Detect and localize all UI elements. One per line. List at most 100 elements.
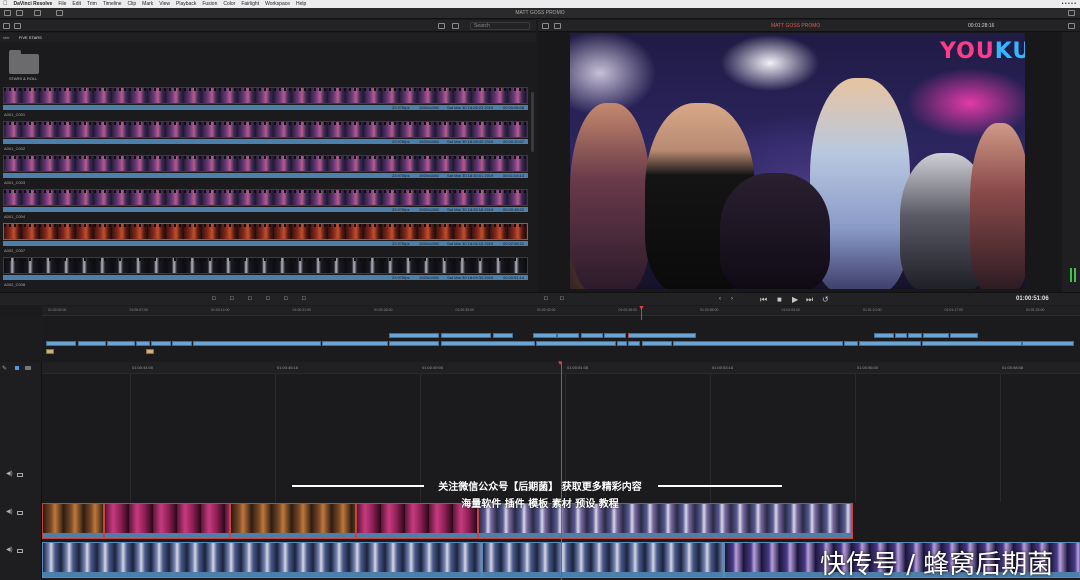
mini-timeline-clip[interactable] [628, 341, 640, 346]
mini-timeline-clip[interactable] [533, 333, 557, 338]
clip-row[interactable]: 23.976fps 1920x1080 Sat Mar 30 18:06:15 20… [3, 223, 528, 259]
folder-icon[interactable] [9, 50, 39, 74]
go-to-end-icon[interactable]: ⏭ [806, 295, 813, 304]
mini-playhead-marker-icon[interactable]: ▼ [638, 305, 645, 312]
menu-workspace[interactable]: Workspace [265, 0, 290, 8]
menu-clip[interactable]: Clip [128, 0, 137, 8]
clip-filmstrip[interactable] [3, 223, 528, 240]
viewer-mode-icon[interactable] [554, 23, 561, 29]
insert-clip-icon[interactable]: □ [266, 295, 270, 304]
speaker-icon[interactable]: ◀) [6, 546, 13, 553]
clip-row[interactable]: 23.976fps 1920x1080 Sat Mar 30 18:30:01 20… [3, 155, 528, 191]
mini-timeline-clip[interactable] [844, 341, 858, 346]
dynamic-trim-icon[interactable]: □ [230, 295, 234, 304]
strip-view-icon[interactable] [452, 23, 459, 29]
mini-timeline-clip[interactable] [895, 333, 907, 338]
mini-timeline-clip[interactable] [923, 333, 949, 338]
mini-timeline-clip[interactable] [581, 333, 603, 338]
playhead-marker-icon[interactable]: ♥ [558, 360, 562, 367]
clip-row[interactable]: 23.976fps 1920x1080 Sat Mar 30 18:28:40 20… [3, 121, 528, 157]
stop-icon[interactable]: ■ [777, 295, 782, 304]
apple-icon[interactable]:  [3, 0, 8, 8]
breadcrumb-parent[interactable]: ster [3, 35, 10, 40]
clip-filmstrip[interactable] [3, 121, 528, 138]
menu-timeline[interactable]: Timeline [103, 0, 122, 8]
track-monitor-icon[interactable] [17, 511, 23, 515]
mini-timeline-clip[interactable] [107, 341, 135, 346]
mini-timeline-clip[interactable] [1022, 341, 1074, 346]
trim-mode-icon[interactable]: □ [212, 295, 216, 304]
mini-timeline-clip[interactable] [950, 333, 978, 338]
mini-timeline-clip[interactable] [136, 341, 150, 346]
viewer-zoom-icon[interactable]: □ [560, 295, 564, 304]
media-pool-icon[interactable] [4, 10, 11, 16]
clip-filmstrip[interactable] [3, 257, 528, 274]
mini-timeline-clip[interactable] [628, 333, 696, 338]
menu-edit[interactable]: Edit [72, 0, 81, 8]
mini-timeline-clip[interactable] [493, 333, 513, 338]
inspector-icon[interactable] [1068, 10, 1075, 16]
viewer-fit-icon[interactable]: □ [544, 295, 548, 304]
mini-timeline-clip[interactable] [389, 333, 439, 338]
menu-mark[interactable]: Mark [142, 0, 153, 8]
menu-help[interactable]: Help [296, 0, 306, 8]
clip-row[interactable]: 23.976fps 1920x1080 Sat Mar 30 18:26:23 20… [3, 87, 528, 123]
mini-timeline-clip[interactable] [604, 333, 626, 338]
mini-timeline-clip[interactable] [642, 341, 672, 346]
viewer[interactable]: YOUKU [538, 32, 1062, 292]
mini-timeline-clip[interactable] [441, 341, 535, 346]
menu-view[interactable]: View [159, 0, 170, 8]
mini-timeline-clip[interactable] [673, 341, 843, 346]
menu-file[interactable]: File [58, 0, 66, 8]
replace-clip-icon[interactable]: □ [302, 295, 306, 304]
clip-filmstrip[interactable] [3, 189, 528, 206]
viewer-layout-icon[interactable] [542, 23, 549, 29]
speaker-icon[interactable]: ◀) [6, 470, 13, 477]
mini-timeline-clip[interactable] [908, 333, 922, 338]
loop-icon[interactable]: ↺ [822, 295, 829, 304]
mini-timeline-clip[interactable] [46, 341, 76, 346]
go-to-start-icon[interactable]: ⏮ [760, 295, 767, 304]
sound-library-icon[interactable] [56, 10, 63, 16]
mini-timeline-clip[interactable] [874, 333, 894, 338]
menu-trim[interactable]: Trim [87, 0, 97, 8]
mini-timeline-clip[interactable] [146, 349, 154, 354]
mini-timeline-clip[interactable] [922, 341, 1022, 346]
timeline-options-icon[interactable]: ✎ [2, 365, 7, 372]
timeline-clip[interactable] [482, 542, 724, 578]
pool-list-icon[interactable] [3, 23, 10, 29]
effects-icon[interactable] [16, 10, 23, 16]
jog-left-icon[interactable]: ‹ [719, 295, 721, 304]
pool-back-icon[interactable] [14, 23, 21, 29]
jog-right-icon[interactable]: › [731, 295, 733, 304]
mini-timeline-clip[interactable] [441, 333, 491, 338]
media-pool-scrollbar[interactable] [531, 92, 534, 152]
mini-timeline-clip[interactable] [617, 341, 627, 346]
track-lock-icon[interactable] [25, 366, 31, 370]
edit-index-icon[interactable] [34, 10, 41, 16]
clip-filmstrip[interactable] [3, 87, 528, 104]
mini-timeline-clip[interactable] [46, 349, 54, 354]
menu-color[interactable]: Color [223, 0, 235, 8]
overwrite-clip-icon[interactable]: □ [284, 295, 288, 304]
track-color-icon[interactable] [15, 366, 19, 370]
clip-filmstrip[interactable] [3, 155, 528, 172]
mini-timeline-clip[interactable] [557, 333, 579, 338]
mini-timeline-clip[interactable] [389, 341, 439, 346]
timeline-clip[interactable] [42, 542, 482, 578]
mini-timeline-clip[interactable] [172, 341, 192, 346]
clip-row[interactable]: 23.976fps 1920x1080 Sat Mar 30 18:09:34 20… [3, 257, 528, 293]
timeline-playhead[interactable] [561, 362, 562, 580]
clip-row[interactable]: 23.976fps 1920x1080 Sat Mar 30 18:32:18 20… [3, 189, 528, 225]
mini-timeline-clip[interactable] [78, 341, 106, 346]
track-monitor-icon[interactable] [17, 549, 23, 553]
mini-timeline-clip[interactable] [536, 341, 616, 346]
menu-playback[interactable]: Playback [176, 0, 196, 8]
track-monitor-icon[interactable] [17, 473, 23, 477]
menu-fusion[interactable]: Fusion [202, 0, 217, 8]
viewer-options-icon[interactable] [1068, 23, 1075, 29]
blade-icon[interactable]: □ [248, 295, 252, 304]
mini-timeline-clip[interactable] [193, 341, 321, 346]
thumbnail-view-icon[interactable] [438, 23, 445, 29]
mini-timeline[interactable] [0, 306, 1080, 362]
